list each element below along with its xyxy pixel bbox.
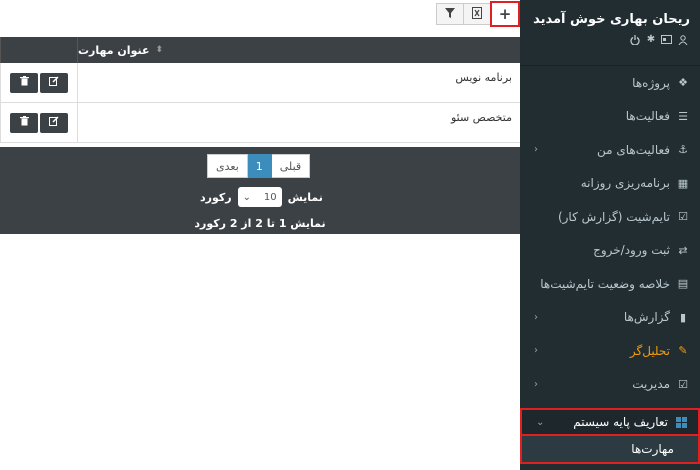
edit-icon	[49, 116, 59, 129]
row-actions	[0, 63, 78, 102]
sidebar-menu: ❖ پروژه‌ها ☰ فعالیت‌ها ⚓ فعالیت‌های من ‹ ▦ بر…	[520, 66, 700, 401]
sidebar: ریحان بهاری خوش آمدید ✱ ❖ پروژه‌ها ☰ فعالی…	[520, 0, 700, 470]
list-alt-icon: ▤	[677, 277, 689, 291]
page-size-select[interactable]: ⌄ 10	[237, 187, 282, 207]
delete-button[interactable]	[10, 112, 38, 133]
sidebar-item-label: تایم‌شیت (گزارش کار)	[557, 209, 670, 224]
excel-export-button[interactable]	[463, 3, 491, 25]
sidebar-item-management[interactable]: ☑ مدیریت ‹	[520, 368, 700, 402]
trash-icon	[19, 76, 29, 89]
show-label: نمایش	[287, 190, 323, 204]
excel-icon	[472, 6, 482, 22]
sidebar-item-activities[interactable]: ☰ فعالیت‌ها	[520, 100, 700, 134]
sidebar-item-label: برنامه‌ریزی روزانه	[580, 176, 670, 191]
check-square-icon: ☑	[678, 377, 688, 391]
toolbar: +	[436, 1, 520, 27]
sidebar-item-label: خلاصه وضعیت تایم‌شیت‌ها	[540, 276, 670, 291]
edit-icon	[49, 76, 59, 89]
gear-icon[interactable]: ✱	[646, 35, 656, 45]
magic-icon: ✎	[678, 344, 688, 358]
sidebar-item-label: مدیریت	[632, 377, 670, 392]
chevron-left-icon: ‹	[534, 345, 538, 357]
windows-icon	[674, 415, 688, 429]
chevron-left-icon: ‹	[534, 311, 538, 323]
actions-column-header	[0, 37, 78, 63]
sidebar-item-label: پروژه‌ها	[632, 75, 670, 90]
trash-icon	[19, 116, 29, 129]
exchange-icon: ⇄	[678, 243, 688, 257]
file-icon: ▮	[679, 310, 687, 324]
table-row: متخصص سئو	[0, 103, 520, 143]
sidebar-menu-active: تعاریف پایه سیستم ⌄	[520, 408, 700, 436]
table-row: برنامه نویس	[0, 63, 520, 103]
next-page-button[interactable]: بعدی	[207, 154, 248, 178]
sidebar-item-daily-planning[interactable]: ▦ برنامه‌ریزی روزانه	[520, 167, 700, 201]
sidebar-item-label: فعالیت‌های من	[597, 142, 670, 157]
filter-button[interactable]	[436, 3, 464, 25]
add-button[interactable]: +	[490, 1, 520, 27]
sidebar-item-label: تعاریف پایه سیستم	[573, 415, 668, 429]
skill-title-cell: متخصص سئو	[450, 111, 512, 124]
power-icon[interactable]	[630, 35, 640, 46]
sidebar-item-my-activities[interactable]: ⚓ فعالیت‌های من ‹	[520, 133, 700, 167]
skill-title-cell: برنامه نویس	[455, 71, 512, 84]
table-icon: ▦	[677, 176, 689, 190]
sidebar-item-label: گزارش‌ها	[623, 310, 670, 325]
user-tools: ✱	[530, 35, 690, 46]
calendar-check-icon: ☑	[678, 210, 688, 224]
list-icon: ☰	[678, 109, 688, 123]
edit-button[interactable]	[40, 112, 68, 133]
chevron-left-icon: ‹	[534, 378, 538, 390]
skill-title-header-label: عنوان مهارت	[78, 43, 150, 57]
sidebar-item-check-in-out[interactable]: ⇄ ثبت ورود/خروج	[520, 234, 700, 268]
sidebar-subitem-skills[interactable]: مهارت‌ها	[520, 436, 700, 464]
records-info: نمایش 1 تا 2 از 2 رکورد	[194, 217, 326, 230]
prev-page-button[interactable]: قبلی	[270, 154, 311, 178]
sort-icon[interactable]: ⬍	[155, 45, 163, 55]
table-header: ⬍ عنوان مهارت	[0, 37, 520, 63]
sidebar-item-label: تحلیل‌گر	[629, 343, 670, 358]
skill-title-column-header[interactable]: ⬍ عنوان مهارت	[78, 37, 520, 63]
cubes-icon: ❖	[678, 76, 688, 90]
edit-button[interactable]	[40, 72, 68, 93]
sidebar-item-base-definitions[interactable]: تعاریف پایه سیستم ⌄	[520, 408, 700, 436]
welcome-text: ریحان بهاری خوش آمدید	[533, 12, 690, 27]
delete-button[interactable]	[10, 72, 38, 93]
chevron-down-icon: ⌄	[242, 191, 251, 203]
page-1-button[interactable]: 1	[246, 154, 272, 178]
sidebar-item-label: ثبت ورود/خروج	[593, 243, 670, 258]
records-label: رکورد	[200, 190, 232, 204]
chevron-left-icon: ‹	[534, 144, 538, 156]
plus-icon: +	[498, 5, 512, 23]
sidebar-item-analyzer[interactable]: ✎ تحلیل‌گر ‹	[520, 334, 700, 368]
page-size-control: نمایش ⌄ 10 رکورد	[200, 187, 323, 207]
anchor-icon: ⚓	[678, 143, 688, 157]
row-actions	[0, 103, 78, 142]
sidebar-item-reports[interactable]: ▮ گزارش‌ها ‹	[520, 301, 700, 335]
user-icon[interactable]	[678, 35, 688, 46]
sidebar-item-projects[interactable]: ❖ پروژه‌ها	[520, 66, 700, 100]
pagination: قبلی 1 بعدی	[207, 154, 311, 178]
page-size-value: 10	[263, 191, 277, 203]
skills-table: ⬍ عنوان مهارت برنامه نویس متخصص سئو	[0, 37, 520, 143]
table-footer: قبلی 1 بعدی نمایش ⌄ 10 رکورد نمایش 1 تا …	[0, 147, 520, 234]
chevron-down-icon: ⌄	[536, 416, 545, 428]
sidebar-item-label: فعالیت‌ها	[625, 109, 670, 124]
filter-icon	[445, 7, 455, 21]
sidebar-item-timesheet[interactable]: ☑ تایم‌شیت (گزارش کار)	[520, 200, 700, 234]
sidebar-item-timesheet-summary[interactable]: ▤ خلاصه وضعیت تایم‌شیت‌ها	[520, 267, 700, 301]
user-panel: ریحان بهاری خوش آمدید ✱	[520, 0, 700, 65]
id-card-icon[interactable]	[661, 35, 672, 45]
